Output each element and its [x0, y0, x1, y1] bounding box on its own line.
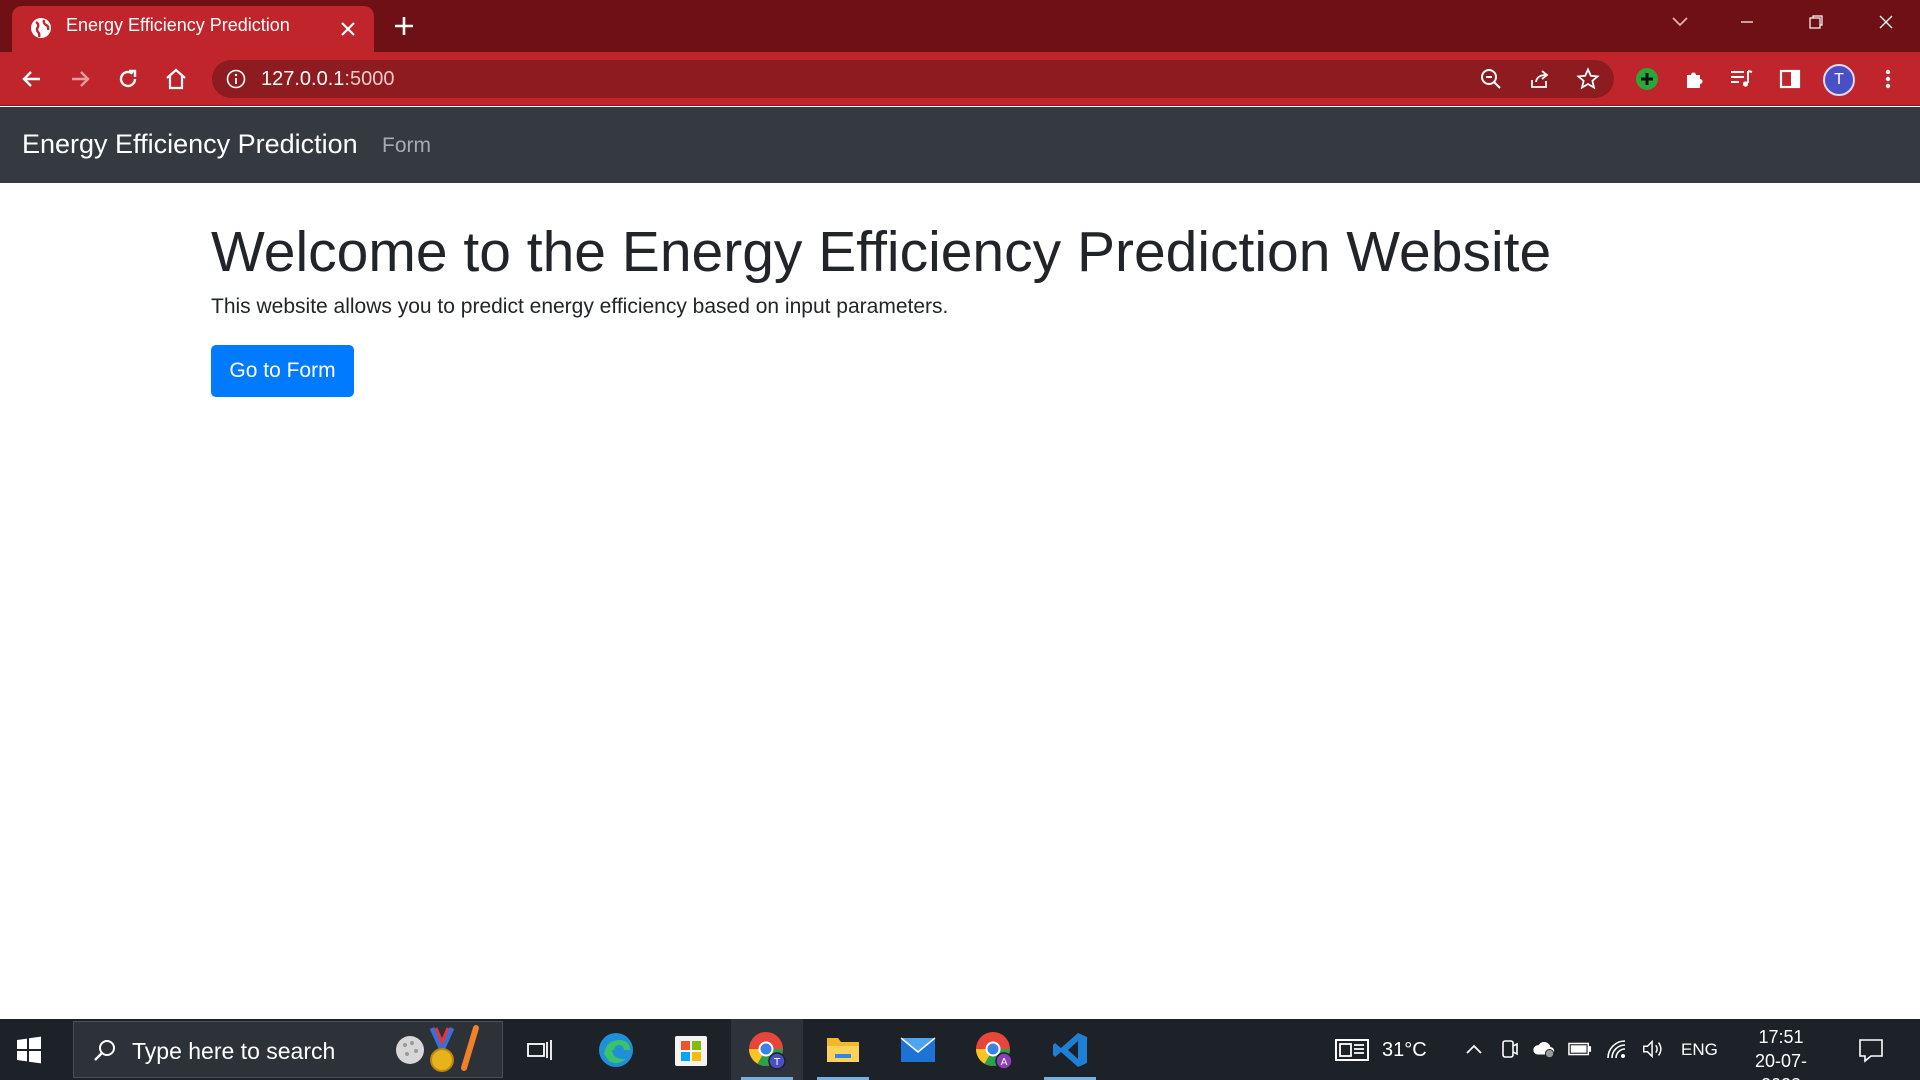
taskbar-chrome-profile-t[interactable]: T [731, 1019, 803, 1080]
taskbar-mail[interactable] [882, 1019, 954, 1080]
globe-icon [31, 18, 51, 38]
puzzle-icon [1687, 72, 1703, 88]
tab-title: Energy Efficiency Prediction [66, 15, 290, 35]
zoom-button[interactable] [1478, 66, 1504, 92]
go-to-form-button[interactable]: Go to Form [211, 345, 354, 397]
side-panel-icon [1779, 69, 1801, 89]
svg-text:A: A [1001, 1057, 1008, 1068]
browser-menu-button[interactable] [1874, 65, 1902, 93]
search-highlight-medal-icon [396, 1025, 479, 1072]
news-weather-icon[interactable] [1334, 1037, 1370, 1063]
playlist-music-icon [1731, 70, 1753, 87]
zoom-out-icon [1481, 69, 1501, 89]
edge-icon [599, 1032, 633, 1067]
tray-onedrive[interactable] [1532, 1037, 1556, 1061]
tab-search-button[interactable] [1662, 8, 1698, 36]
close-tab-icon[interactable] [336, 17, 360, 41]
page-description: This website allows you to predict energ… [211, 295, 949, 318]
windows-taskbar: Type here to search T A 31°C ENG 17:51 2… [0, 1019, 1920, 1080]
address-bar[interactable]: 127.0.0.1:5000 [212, 60, 1614, 98]
svg-text:T: T [773, 1057, 781, 1068]
volume-icon [1643, 1039, 1662, 1059]
url-port: :5000 [344, 68, 395, 90]
url-text[interactable]: 127.0.0.1:5000 [261, 68, 394, 91]
side-panel-button[interactable] [1776, 65, 1804, 93]
minimize-button[interactable] [1729, 8, 1765, 36]
wifi-icon [1607, 1040, 1626, 1059]
search-placeholder: Type here to search [132, 1038, 336, 1064]
media-controls-button[interactable] [1728, 65, 1756, 93]
cloud-icon [1533, 1041, 1555, 1059]
language-indicator[interactable]: ENG [1681, 1040, 1718, 1060]
taskbar-edge[interactable] [580, 1019, 652, 1080]
tray-battery[interactable] [1568, 1037, 1592, 1061]
forward-button[interactable] [66, 65, 94, 93]
more-vertical-icon [1885, 69, 1891, 89]
taskbar-file-explorer[interactable] [807, 1019, 879, 1080]
new-tab-icon[interactable] [390, 12, 418, 40]
taskbar-microsoft-store[interactable] [655, 1019, 727, 1080]
browser-toolbar: 127.0.0.1:5000 T [0, 52, 1920, 106]
arrow-left-icon [22, 71, 40, 87]
tray-meet-now[interactable] [1497, 1037, 1521, 1061]
chrome-icon: T [749, 1031, 786, 1070]
tray-network[interactable] [1605, 1037, 1629, 1061]
reload-icon [119, 69, 137, 88]
extension-green-button[interactable] [1633, 65, 1661, 93]
home-button[interactable] [162, 65, 190, 93]
system-clock[interactable]: 17:51 20-07-2023 [1735, 1025, 1827, 1080]
folder-icon [827, 1037, 859, 1062]
vscode-icon [1053, 1032, 1087, 1067]
camera-icon [1502, 1040, 1518, 1058]
url-host: 127.0.0.1 [261, 68, 345, 90]
task-view-icon [527, 1039, 552, 1060]
taskbar-search-box[interactable]: Type here to search [73, 1021, 503, 1078]
chevron-down-icon [1672, 17, 1688, 27]
profile-avatar[interactable]: T [1823, 64, 1855, 96]
back-button[interactable] [18, 65, 46, 93]
taskbar-chrome-profile-a[interactable]: A [958, 1019, 1030, 1080]
restore-icon [1809, 15, 1823, 29]
weather-temperature[interactable]: 31°C [1382, 1039, 1427, 1062]
star-icon [1576, 67, 1600, 90]
minimize-icon [1741, 21, 1753, 23]
chevron-up-icon [1466, 1044, 1482, 1054]
chrome-icon: A [976, 1031, 1013, 1070]
restore-button[interactable] [1798, 8, 1834, 36]
share-button[interactable] [1527, 66, 1553, 92]
show-hidden-icons-button[interactable] [1462, 1037, 1486, 1061]
bookmark-button[interactable] [1575, 66, 1601, 92]
tray-volume[interactable] [1641, 1037, 1665, 1061]
browser-tab[interactable]: Energy Efficiency Prediction [12, 6, 374, 52]
mail-icon [900, 1036, 936, 1062]
green-plus-extension-icon [1636, 68, 1658, 90]
navbar-brand[interactable]: Energy Efficiency Prediction [22, 129, 358, 160]
search-icon [94, 1040, 115, 1061]
battery-icon [1568, 1042, 1592, 1056]
info-icon[interactable] [226, 69, 246, 89]
close-window-button[interactable] [1868, 8, 1904, 36]
reload-button[interactable] [114, 65, 142, 93]
store-icon [675, 1035, 707, 1066]
notification-icon [1859, 1039, 1883, 1063]
close-icon [1879, 15, 1893, 29]
taskbar-vscode[interactable] [1034, 1019, 1106, 1080]
nav-link-form[interactable]: Form [382, 134, 431, 158]
home-icon [166, 68, 186, 90]
windows-start-icon[interactable] [14, 1035, 44, 1065]
page-title: Welcome to the Energy Efficiency Predict… [211, 220, 1552, 284]
arrow-right-icon [72, 71, 90, 87]
share-icon [1531, 70, 1549, 88]
clock-date: 20-07-2023 [1754, 1051, 1808, 1080]
browser-tab-strip: Energy Efficiency Prediction [0, 0, 1920, 52]
extensions-button[interactable] [1681, 65, 1709, 93]
site-navbar: Energy Efficiency Prediction Form [0, 107, 1920, 183]
clock-time: 17:51 [1758, 1027, 1804, 1047]
taskbar-task-view[interactable] [504, 1019, 576, 1080]
notification-center-button[interactable] [1857, 1036, 1885, 1064]
